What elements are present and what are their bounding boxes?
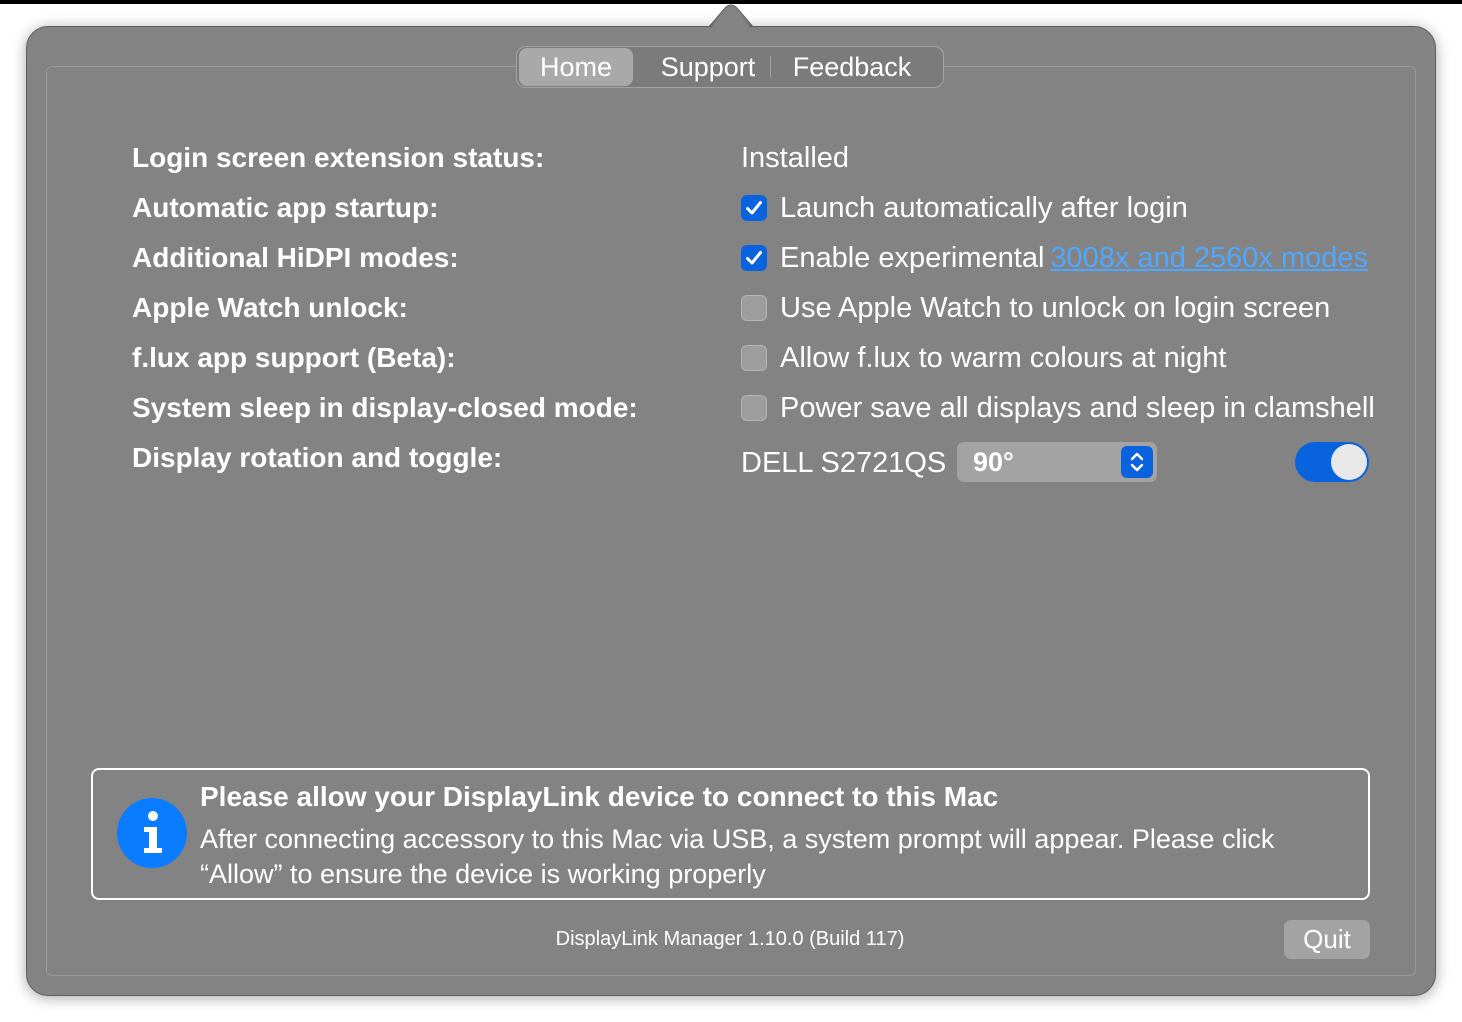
popover-arrow-fill: [709, 8, 753, 31]
sleep-option[interactable]: Power save all displays and sleep in cla…: [741, 391, 1375, 425]
rotation-select[interactable]: 90°: [957, 442, 1157, 482]
startup-checkbox-label: Launch automatically after login: [780, 192, 1188, 224]
notice-body: After connecting accessory to this Mac v…: [200, 824, 1275, 889]
sleep-checkbox-label: Power save all displays and sleep in cla…: [780, 392, 1375, 424]
hidpi-checkbox[interactable]: [741, 245, 767, 271]
display-name: DELL S2721QS: [741, 447, 947, 479]
login-extension-label: Login screen extension status:: [132, 142, 545, 173]
login-extension-status: Installed: [741, 141, 849, 175]
checkmark-icon: [746, 201, 762, 215]
startup-option[interactable]: Launch automatically after login: [741, 191, 1188, 225]
hidpi-checkbox-label: Enable experimental: [780, 242, 1045, 274]
tab-bar: Home Support Feedback: [516, 46, 944, 88]
flux-checkbox[interactable]: [741, 345, 767, 371]
tab-feedback[interactable]: Feedback: [782, 48, 922, 86]
rotation-select-value: 90°: [973, 446, 1014, 477]
startup-checkbox[interactable]: [741, 195, 767, 221]
notice-title: Please allow your DisplayLink device to …: [200, 781, 999, 812]
tab-support[interactable]: Support: [656, 48, 760, 86]
tab-separator: [770, 56, 771, 78]
login-extension-status-text: Installed: [741, 142, 850, 174]
flux-checkbox-label: Allow f.lux to warm colours at night: [780, 342, 1227, 374]
version-text: DisplayLink Manager 1.10.0 (Build 117): [555, 928, 905, 950]
tab-home[interactable]: Home: [519, 48, 633, 86]
apple-watch-label: Apple Watch unlock:: [132, 292, 408, 323]
app-startup-label: Automatic app startup:: [132, 192, 439, 223]
apple-watch-option[interactable]: Use Apple Watch to unlock on login scree…: [741, 291, 1330, 325]
flux-label: f.lux app support (Beta):: [132, 342, 456, 373]
sleep-label: System sleep in display-closed mode:: [132, 392, 638, 423]
rotation-label: Display rotation and toggle:: [132, 442, 503, 473]
hidpi-label: Additional HiDPI modes:: [132, 242, 459, 273]
flux-option[interactable]: Allow f.lux to warm colours at night: [741, 341, 1226, 375]
sleep-checkbox[interactable]: [741, 395, 767, 421]
apple-watch-checkbox-label: Use Apple Watch to unlock on login scree…: [780, 292, 1331, 324]
checkmark-icon: [746, 251, 762, 265]
hidpi-option[interactable]: Enable experimental 3008x and 2560x mode…: [741, 241, 1368, 275]
quit-button[interactable]: Quit: [1284, 920, 1370, 959]
apple-watch-checkbox[interactable]: [741, 295, 767, 321]
up-down-chevron-icon: [1121, 446, 1153, 478]
info-icon: [117, 798, 187, 868]
hidpi-modes-link[interactable]: 3008x and 2560x modes: [1050, 241, 1368, 275]
toggle-knob: [1331, 444, 1367, 480]
display-toggle-switch[interactable]: [1295, 442, 1369, 482]
